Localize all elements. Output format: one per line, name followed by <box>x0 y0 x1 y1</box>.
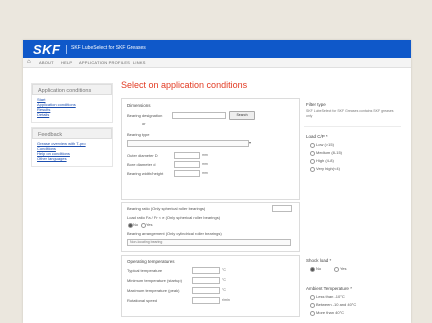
load-high-label: High (4-8) <box>316 158 334 163</box>
top-nav: ⌂ ABOUT HELP APPLICATION PROFILES LINKS <box>23 58 411 68</box>
bearing-width-input[interactable] <box>174 170 200 177</box>
operating-conditions-panel: Operating temperatures Typical temperatu… <box>121 255 300 317</box>
nav-item-help[interactable]: HELP <box>61 60 72 65</box>
or-label: or <box>142 121 146 126</box>
nav-item-application-profiles[interactable]: APPLICATION PROFILES <box>79 60 130 65</box>
load-low-label: Low (>15) <box>316 142 334 147</box>
load-very-high-radio[interactable] <box>310 167 315 172</box>
sidebar-link-details[interactable]: Details <box>37 112 107 117</box>
bearing-width-unit: mm <box>202 171 208 175</box>
shock-load-no-radio[interactable] <box>310 267 315 272</box>
max-temp-input[interactable] <box>192 287 220 294</box>
shock-load-yes-label: Yes <box>340 266 347 271</box>
bearing-ratio-input[interactable] <box>272 205 292 212</box>
shock-load-panel: Shock load * No Yes <box>304 256 401 278</box>
load-ratio-label: Load ratio Fa / Fr < e (Only spherical r… <box>127 215 221 220</box>
filter-type-text: SKF LubeSelect for SKF Greases contains … <box>306 109 394 118</box>
bore-diameter-unit: mm <box>202 162 208 166</box>
ambient-mid-label: Between -10 and 40°C <box>316 302 357 307</box>
dimensions-panel: Dimensions Bearing designation Search or… <box>121 98 300 200</box>
app-header: SKF SKF LubeSelect for SKF Greases <box>23 40 411 58</box>
speed-unit: r/min <box>222 298 230 302</box>
sidebar-feedback-panel: Feedback Grease overview with T-pro Cond… <box>31 127 113 167</box>
outer-diameter-label: Outer diameter D <box>127 153 158 158</box>
typical-temp-unit: °C <box>222 268 226 272</box>
sidebar-app-conditions-panel: Application conditions Start Application… <box>31 83 113 123</box>
divider <box>304 126 401 127</box>
shock-load-yes-radio[interactable] <box>334 267 339 272</box>
app-title: SKF LubeSelect for SKF Greases <box>71 45 146 51</box>
sidebar-heading: Application conditions <box>32 84 112 95</box>
typical-temp-input[interactable] <box>192 267 220 274</box>
typical-temp-label: Typical temperature <box>127 268 163 273</box>
header-divider <box>66 45 67 54</box>
nav-item-about[interactable]: ABOUT <box>39 60 54 65</box>
bearing-arrangement-select[interactable]: Non-locating bearing <box>127 239 291 246</box>
outer-diameter-unit: mm <box>202 153 208 157</box>
load-panel: Load C/P * Low (>15) Medium (8-15) High … <box>304 132 401 182</box>
sidebar: Application conditions Start Application… <box>31 80 113 167</box>
bearing-designation-input[interactable] <box>172 112 226 119</box>
speed-label: Rotational speed <box>127 298 158 303</box>
dimensions-heading: Dimensions <box>127 103 151 108</box>
shock-load-heading: Shock load * <box>306 258 332 263</box>
ambient-mid-radio[interactable] <box>310 303 315 308</box>
sidebar-feedback-heading: Feedback <box>32 128 112 139</box>
ambient-heading: Ambient Temperature * <box>306 286 352 291</box>
load-high-radio[interactable] <box>310 159 315 164</box>
bore-diameter-input[interactable] <box>174 161 200 168</box>
load-medium-radio[interactable] <box>310 151 315 156</box>
bearing-options-panel: Bearing ratio (Only spherical roller bea… <box>121 202 300 252</box>
bore-diameter-label: Bore diameter d <box>127 162 156 167</box>
outer-diameter-input[interactable] <box>174 152 200 159</box>
skf-logo[interactable]: SKF <box>33 42 61 57</box>
bearing-arrangement-label: Bearing arrangement (Only cylindrical ro… <box>127 231 222 236</box>
max-temp-unit: °C <box>222 288 226 292</box>
page-title: Select on application conditions <box>121 80 248 90</box>
max-temp-label: Maximum temperature (peak) <box>127 288 180 293</box>
min-temp-label: Minimum temperature (startup) <box>127 278 182 283</box>
load-low-radio[interactable] <box>310 143 315 148</box>
load-medium-label: Medium (8-15) <box>316 150 343 155</box>
sidebar-link-other-languages[interactable]: Other languages <box>37 156 107 161</box>
filter-type-heading: Filter type <box>306 102 326 107</box>
chevron-down-icon: ▾ <box>249 140 252 145</box>
bearing-type-label: Bearing type <box>127 132 150 137</box>
ambient-temperature-panel: Ambient Temperature * Less than -10°C Be… <box>304 284 401 322</box>
load-heading: Load C/P * <box>306 134 328 139</box>
shock-load-no-label: No <box>316 266 322 271</box>
speed-input[interactable] <box>192 297 220 304</box>
ambient-low-radio[interactable] <box>310 295 315 300</box>
load-ratio-yes-label: Yes <box>146 222 153 227</box>
home-icon[interactable]: ⌂ <box>27 59 31 65</box>
bearing-ratio-label: Bearing ratio (Only spherical roller bea… <box>127 206 206 211</box>
bearing-width-label: Bearing width/height <box>127 171 164 176</box>
ambient-high-label: More than 40°C <box>316 310 345 315</box>
ambient-high-radio[interactable] <box>310 311 315 316</box>
load-ratio-no-label: No <box>133 222 139 227</box>
nav-item-links[interactable]: LINKS <box>133 60 146 65</box>
load-very-high-label: Very high(<4) <box>316 166 340 171</box>
ambient-low-label: Less than -10°C <box>316 294 345 299</box>
bearing-type-select[interactable] <box>127 140 249 147</box>
operating-heading: Operating temperatures <box>127 259 175 264</box>
search-button[interactable]: Search <box>229 111 255 120</box>
page: SKF SKF LubeSelect for SKF Greases ⌂ ABO… <box>23 40 411 323</box>
min-temp-unit: °C <box>222 278 226 282</box>
bearing-designation-label: Bearing designation <box>127 113 163 118</box>
min-temp-input[interactable] <box>192 277 220 284</box>
